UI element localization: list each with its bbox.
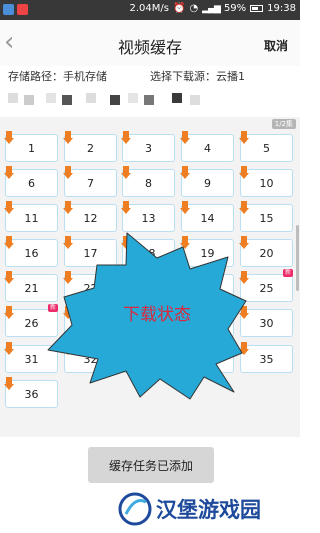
download-arrow-icon [180,131,190,145]
logo-icon [118,492,152,526]
download-arrow-icon [4,306,14,320]
signal-icon: ▂▄▆ [202,3,221,14]
episode-number: 14 [200,211,215,225]
episode-number: 9 [204,176,211,190]
download-arrow-icon [121,131,131,145]
scrollbar[interactable] [296,225,299,291]
alarm-icon: ⏰ [172,3,186,14]
pixelated-ad-strip [0,91,300,107]
download-arrow-icon [4,342,14,356]
pixel-block [8,93,18,103]
pixel-block [86,93,96,103]
alert-notification-icon [17,4,28,15]
pixel-block [24,95,34,105]
episode-number: 26 [24,316,39,330]
episode-8[interactable]: 8 [121,166,175,197]
episode-1[interactable]: 1 [4,131,58,162]
download-arrow-icon [63,131,73,145]
download-arrow-icon [4,166,14,180]
episode-number: 1 [28,141,35,155]
download-arrow-icon [121,166,131,180]
network-speed: 2.04M/s [129,3,169,14]
episode-number: 6 [28,176,35,190]
pixel-block [144,95,154,105]
download-status-label: 下载状态 [123,305,191,325]
episode-number: 2 [87,141,94,155]
episode-2[interactable]: 2 [63,131,117,162]
episode-number: 10 [259,176,274,190]
download-arrow-icon [4,271,14,285]
download-arrow-icon [121,201,131,215]
pixel-block [110,95,120,105]
episode-number: 3 [145,141,152,155]
cancel-button[interactable]: 取消 [264,37,288,54]
episode-number: 15 [259,211,274,225]
download-arrow-icon [63,166,73,180]
download-arrow-icon [63,201,73,215]
download-arrow-icon [4,377,14,391]
episode-5[interactable]: 5 [239,131,293,162]
pixel-block [62,95,72,105]
episode-9[interactable]: 9 [180,166,234,197]
wifi-icon: ◔ [189,3,199,14]
episode-number: 36 [24,387,39,401]
cache-task-added-toast: 缓存任务已添加 [88,447,214,483]
status-bar: 2.04M/s ⏰ ◔ ▂▄▆ 59% 19:38 [0,0,300,20]
episode-number: 31 [24,352,39,366]
episode-4[interactable]: 4 [180,131,234,162]
nav-bar: ‹ 视频缓存 取消 [0,20,300,66]
download-source-selector[interactable]: 选择下载源：云播1 [150,68,245,84]
download-arrow-icon [4,201,14,215]
episode-number: 12 [83,211,98,225]
app-notification-icon [3,4,14,15]
episode-number: 21 [24,281,39,295]
cache-settings: 存储路径：手机存储 选择下载源：云播1 [0,68,300,86]
episode-6[interactable]: 6 [4,166,58,197]
episode-number: 8 [145,176,152,190]
episode-3[interactable]: 3 [121,131,175,162]
pixel-block [190,95,200,105]
pixel-block [172,93,182,103]
watermark-text: 汉堡游戏园 [156,497,261,522]
page-title: 视频缓存 [117,38,182,57]
battery-percent: 59% [223,3,247,14]
status-indicators: 2.04M/s ⏰ ◔ ▂▄▆ 59% 19:38 [130,3,297,14]
episode-number: 11 [24,211,39,225]
episode-10[interactable]: 10 [239,166,293,197]
download-arrow-icon [4,236,14,250]
battery-icon [250,5,264,12]
episode-count-badge: 1/2集 [271,119,296,129]
pixel-block [46,93,56,103]
episode-number: 4 [204,141,211,155]
watermark: 汉堡游戏园 [118,489,298,529]
episode-7[interactable]: 7 [63,166,117,197]
new-tag: 新 [282,269,293,277]
clock: 19:38 [267,3,296,14]
download-arrow-icon [239,166,249,180]
notification-icons [3,4,28,15]
download-arrow-icon [4,131,14,145]
download-arrow-icon [180,201,190,215]
download-arrow-icon [180,166,190,180]
storage-path[interactable]: 存储路径：手机存储 [8,68,107,84]
download-arrow-icon [239,201,249,215]
episode-number: 5 [263,141,270,155]
pixel-block [128,93,138,103]
episode-number: 16 [24,246,39,260]
download-arrow-icon [239,131,249,145]
episode-number: 7 [87,176,94,190]
episode-number: 13 [141,211,156,225]
